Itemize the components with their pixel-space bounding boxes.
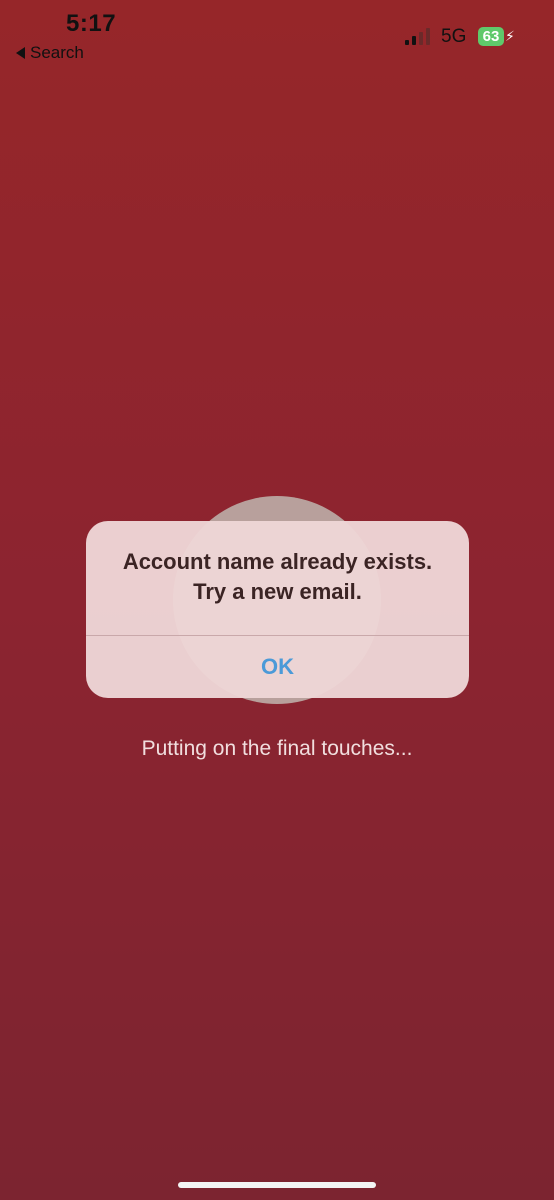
network-type: 5G bbox=[441, 26, 467, 47]
signal-bar bbox=[426, 28, 430, 45]
back-to-search-link[interactable]: Search bbox=[16, 43, 84, 63]
alert-ok-button[interactable]: OK bbox=[86, 636, 469, 698]
signal-bar bbox=[419, 32, 423, 45]
back-label: Search bbox=[30, 43, 84, 62]
battery-level: 63 bbox=[478, 27, 504, 46]
cellular-signal-icon bbox=[405, 28, 430, 45]
loading-status-text: Putting on the final touches... bbox=[141, 737, 413, 760]
back-arrow-icon bbox=[16, 47, 25, 59]
signal-bar bbox=[412, 36, 416, 45]
status-bar: 5:17 Search 5G 63 ⚡ bbox=[0, 0, 554, 80]
charging-bolt-icon: ⚡ bbox=[505, 28, 515, 44]
alert-dialog: Account name already exists. Try a new e… bbox=[86, 521, 469, 698]
battery-indicator: 63 ⚡ bbox=[478, 27, 515, 46]
status-time: 5:17 bbox=[66, 10, 117, 37]
signal-bar bbox=[405, 40, 409, 45]
home-indicator[interactable] bbox=[178, 1182, 376, 1188]
alert-message: Account name already exists. Try a new e… bbox=[122, 549, 433, 604]
